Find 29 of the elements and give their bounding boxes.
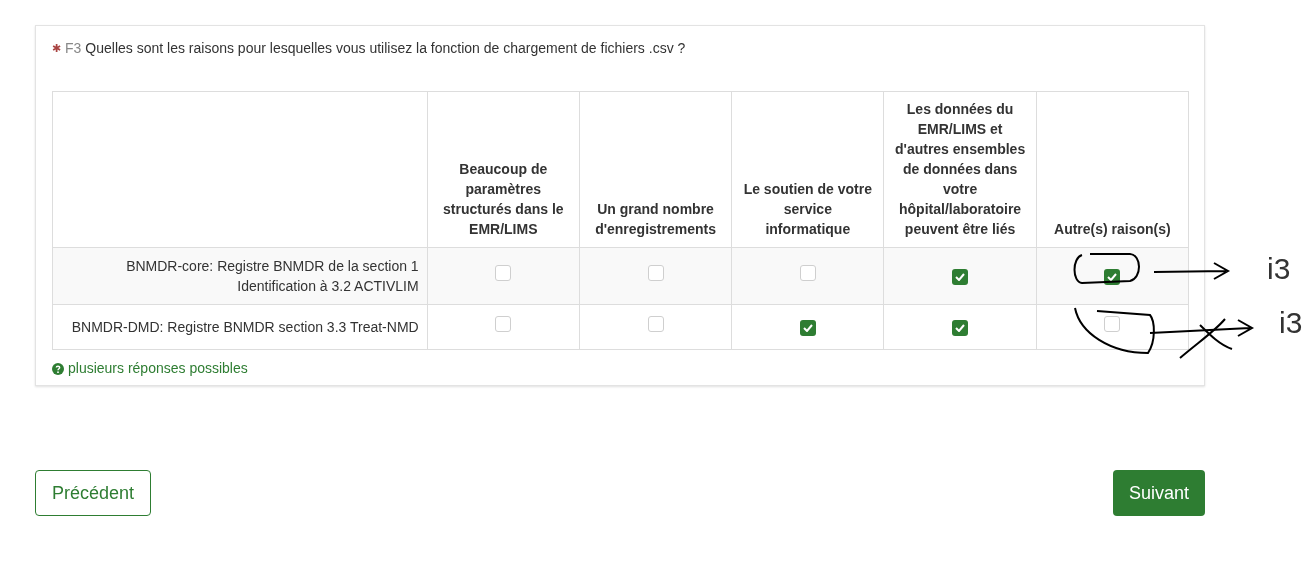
annotation-label: i3: [1267, 253, 1291, 285]
previous-button[interactable]: Précédent: [35, 470, 152, 516]
checkbox[interactable]: [647, 316, 664, 332]
checkbox[interactable]: [495, 265, 512, 281]
checkbox[interactable]: [495, 316, 512, 332]
column-header: Autre(s) raison(s): [1054, 221, 1171, 237]
question-number: F3: [65, 39, 82, 58]
checkbox[interactable]: [799, 319, 816, 336]
checkbox[interactable]: [799, 265, 816, 281]
column-header: Un grand nombre d'enregistrements: [595, 201, 716, 237]
column-header: Le soutien de votre service informatique: [743, 181, 872, 237]
next-button[interactable]: Suivant: [1112, 470, 1205, 516]
help-icon: [52, 362, 64, 375]
check-icon: [802, 323, 813, 332]
check-icon: [955, 323, 966, 332]
checkbox[interactable]: [647, 265, 664, 281]
required-mark: ✱: [52, 41, 61, 57]
checkbox[interactable]: [952, 319, 969, 336]
row-label: BNMDR-core: Registre BNMDR de la section 1 Identification à 3.2 ACTIVLIM: [126, 258, 419, 294]
column-header: Beaucoup de paramètres structurés dans le EMR/LIMS: [443, 161, 564, 237]
check-icon: [1107, 272, 1118, 281]
check-icon: [955, 272, 966, 281]
column-header: Les données du EMR/LIMS et d'autres ensembles de données dans votre hôpital/laboratoire peuvent être liés: [895, 101, 1026, 237]
checkbox[interactable]: [1104, 316, 1121, 332]
hint-text: plusieurs réponses possibles: [68, 359, 248, 378]
question-text: Quelles sont les raisons pour lesquelles vous utilisez la fonction de chargement de fichiers .csv ?: [85, 39, 686, 58]
checkbox[interactable]: [952, 268, 969, 285]
annotation-label: i3: [1279, 307, 1303, 339]
row-label: BNMDR-DMD: Registre BNMDR section 3.3 Treat-NMD: [71, 319, 419, 335]
